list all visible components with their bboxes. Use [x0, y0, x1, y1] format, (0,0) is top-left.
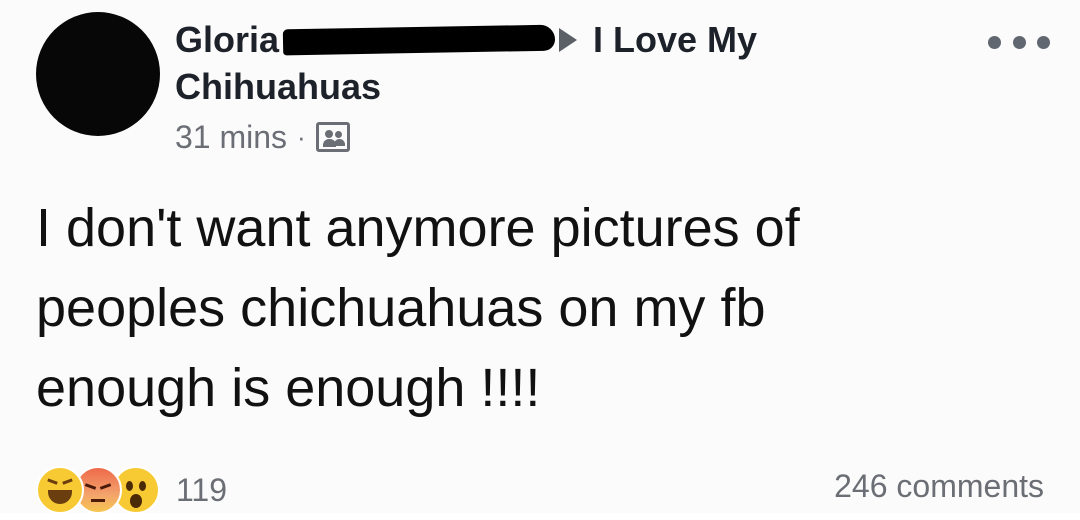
group-name-part2[interactable]: Chihuahuas — [175, 66, 381, 108]
meta-separator: · — [297, 121, 306, 152]
post-body-line: peoples chichuahuas on my fb — [36, 278, 766, 338]
post-body-line: enough is enough !!!! — [36, 358, 541, 418]
post-meta: 31 mins · — [175, 114, 350, 160]
facebook-post: Gloria I Love My Chihuahuas 31 mins · I … — [0, 0, 1080, 514]
group-audience-icon — [315, 122, 350, 152]
post-header: Gloria I Love My — [175, 16, 757, 64]
comments-count[interactable]: 246 comments — [834, 468, 1044, 505]
timestamp[interactable]: 31 mins — [175, 119, 287, 156]
more-options-icon[interactable] — [988, 30, 1050, 54]
avatar[interactable] — [36, 12, 160, 136]
reactions-summary[interactable]: 119 — [36, 460, 227, 520]
author-name[interactable]: Gloria — [175, 19, 279, 61]
post-body: I don't want anymore pictures of peoples… — [36, 188, 1056, 428]
arrow-right-icon — [559, 28, 578, 52]
post-body-line: I don't want anymore pictures of — [36, 198, 800, 258]
haha-icon — [36, 466, 84, 514]
redaction-mark — [282, 24, 556, 56]
group-name-part1[interactable]: I Love My — [593, 19, 757, 61]
reaction-count[interactable]: 119 — [176, 472, 227, 509]
